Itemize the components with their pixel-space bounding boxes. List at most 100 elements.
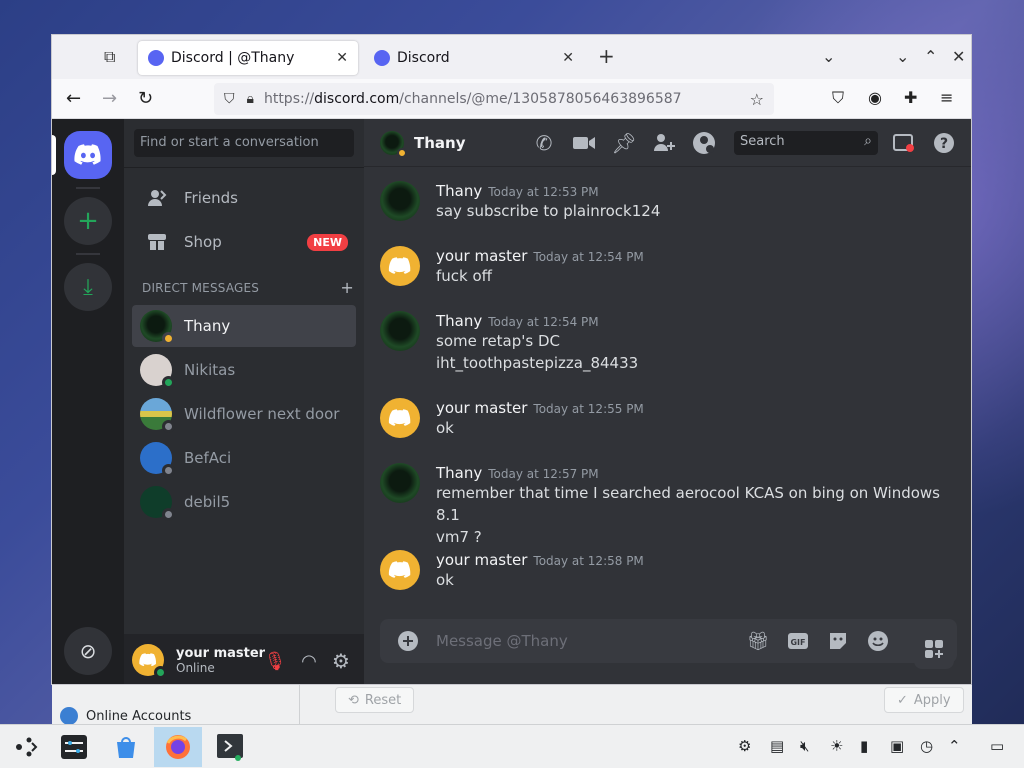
find-conversation-button[interactable]: Find or start a conversation: [134, 129, 354, 157]
network-icon[interactable]: ⚙: [738, 737, 751, 755]
gif-icon[interactable]: GIF: [786, 629, 810, 653]
dm-item-wildflower[interactable]: Wildflower next door: [132, 393, 356, 435]
shop-nav-item[interactable]: Shop NEW: [132, 221, 356, 263]
apps-icon[interactable]: [914, 629, 954, 669]
clipboard-icon[interactable]: ▤: [770, 737, 784, 755]
message-author[interactable]: Thany: [436, 182, 482, 200]
online-status-icon: [162, 376, 175, 389]
download-apps-button[interactable]: ⤓: [64, 263, 112, 311]
avatar[interactable]: [380, 181, 420, 221]
menu-icon[interactable]: ≡: [940, 88, 953, 107]
inbox-icon[interactable]: [892, 131, 916, 155]
avatar[interactable]: [380, 463, 420, 503]
avatar[interactable]: [380, 550, 420, 590]
attach-plus-icon[interactable]: [396, 629, 420, 653]
show-hidden-chevron-up-icon[interactable]: ⌃: [948, 737, 961, 755]
minimize-window-icon[interactable]: ⌄: [896, 47, 909, 66]
message-author[interactable]: Thany: [436, 464, 482, 482]
help-icon[interactable]: ?: [932, 131, 956, 155]
settings-gear-icon[interactable]: ⚙: [330, 649, 352, 673]
message-input[interactable]: [436, 629, 736, 653]
tab-discord[interactable]: Discord ✕: [364, 41, 584, 75]
user-info[interactable]: your master Online: [176, 646, 265, 675]
url-host: discord.com: [314, 91, 400, 107]
list-tabs-chevron-down-icon[interactable]: ⌄: [822, 47, 835, 66]
discord-logo-icon: [388, 409, 411, 426]
direct-messages-home-button[interactable]: [64, 131, 112, 179]
reload-icon[interactable]: ↻: [138, 88, 153, 109]
message-author[interactable]: Thany: [436, 312, 482, 330]
gift-icon[interactable]: 🎁︎: [746, 629, 770, 653]
pin-icon[interactable]: 📌︎: [611, 131, 636, 155]
add-server-button[interactable]: +: [64, 197, 112, 245]
avatar: [140, 310, 175, 345]
message-composer: 🎁︎ GIF: [380, 619, 957, 663]
discord-logo-icon: [74, 144, 101, 165]
mute-microphone-icon[interactable]: 🎙︎: [264, 650, 287, 672]
friends-nav-item[interactable]: Friends: [132, 177, 356, 219]
tab-bar: ⧉ Discord | @Thany ✕ Discord ✕ + ⌄ ⌄ ⌃ ✕: [52, 35, 971, 79]
dm-item-nikitas[interactable]: Nikitas: [132, 349, 356, 391]
divider: [124, 167, 364, 168]
search-input[interactable]: Search ⌕: [734, 131, 878, 155]
clock-icon[interactable]: ◷: [920, 737, 933, 755]
firefox-taskbar-icon[interactable]: [154, 727, 202, 767]
user-profile-icon[interactable]: [692, 131, 716, 155]
account-icon[interactable]: ◉: [868, 88, 882, 107]
dm-item-thany[interactable]: Thany: [132, 305, 356, 347]
close-tab-icon[interactable]: ✕: [336, 50, 348, 66]
usb-device-icon[interactable]: ▮: [860, 737, 868, 755]
dm-item-befaci[interactable]: BefAci: [132, 437, 356, 479]
display-icon[interactable]: ▣: [890, 737, 904, 755]
terminal-taskbar-icon[interactable]: [206, 727, 254, 767]
maximize-window-icon[interactable]: ⌃: [924, 47, 937, 66]
add-friends-icon[interactable]: [652, 131, 676, 155]
shield-icon[interactable]: ⛉: [224, 91, 235, 107]
avatar: [140, 486, 175, 521]
message-text: ok: [436, 571, 454, 589]
discord-app: + ⤓ ⊘ Find or start a conversation Frien…: [52, 119, 971, 684]
sticker-icon[interactable]: [826, 629, 850, 653]
message-author[interactable]: your master: [436, 247, 527, 265]
new-tab-icon[interactable]: +: [598, 44, 615, 68]
message-text: remember that time I searched aerocool K…: [436, 484, 940, 524]
message-author[interactable]: your master: [436, 399, 527, 417]
sidebar-item-online-accounts[interactable]: Online Accounts: [60, 707, 191, 725]
headphones-icon[interactable]: ◠: [298, 650, 320, 672]
brightness-icon[interactable]: ☀: [830, 737, 843, 755]
back-arrow-icon[interactable]: ←: [66, 88, 81, 109]
tab-discord-thany[interactable]: Discord | @Thany ✕: [138, 41, 358, 75]
close-tab-icon[interactable]: ✕: [562, 50, 574, 66]
discover-store-taskbar-icon[interactable]: [102, 727, 150, 767]
application-launcher-icon[interactable]: [2, 727, 50, 767]
message-timestamp: Today at 12:53 PM: [488, 185, 599, 199]
url-bar[interactable]: ⛉ 🔒︎ https://discord.com/channels/@me/13…: [214, 83, 774, 115]
emoji-icon[interactable]: [866, 629, 890, 653]
recipient-name[interactable]: Thany: [414, 134, 466, 152]
system-settings-taskbar-icon[interactable]: [50, 727, 98, 767]
message: Thany Today at 12:54 PM some retap's DC i…: [380, 311, 960, 374]
discover-button[interactable]: ⊘: [64, 627, 112, 675]
voice-call-icon[interactable]: ✆: [532, 131, 556, 155]
avatar[interactable]: [380, 311, 420, 351]
message-author[interactable]: your master: [436, 551, 527, 569]
bookmark-star-icon[interactable]: ☆: [750, 90, 764, 109]
show-desktop-icon[interactable]: ▭: [990, 737, 1004, 755]
active-pill: [52, 135, 56, 175]
extensions-icon[interactable]: ✚: [904, 88, 917, 107]
dm-item-debil5[interactable]: debil5: [132, 481, 356, 523]
create-dm-plus-icon[interactable]: +: [340, 278, 354, 297]
pocket-icon[interactable]: ⛉: [832, 88, 844, 108]
avatar[interactable]: [380, 246, 420, 286]
avatar[interactable]: [380, 398, 420, 438]
lock-icon[interactable]: 🔒︎: [247, 91, 254, 107]
close-window-icon[interactable]: ✕: [952, 47, 965, 66]
reset-button[interactable]: ⟲ Reset: [335, 687, 415, 713]
volume-muted-icon[interactable]: 🔇︎: [800, 737, 809, 755]
video-call-icon[interactable]: [572, 131, 596, 155]
tab-overview-icon[interactable]: ⧉: [104, 47, 115, 67]
forward-arrow-icon[interactable]: →: [102, 88, 117, 109]
apply-button[interactable]: ✓ Apply: [884, 687, 964, 713]
dm-name: Wildflower next door: [184, 405, 340, 423]
user-avatar[interactable]: [132, 644, 167, 679]
